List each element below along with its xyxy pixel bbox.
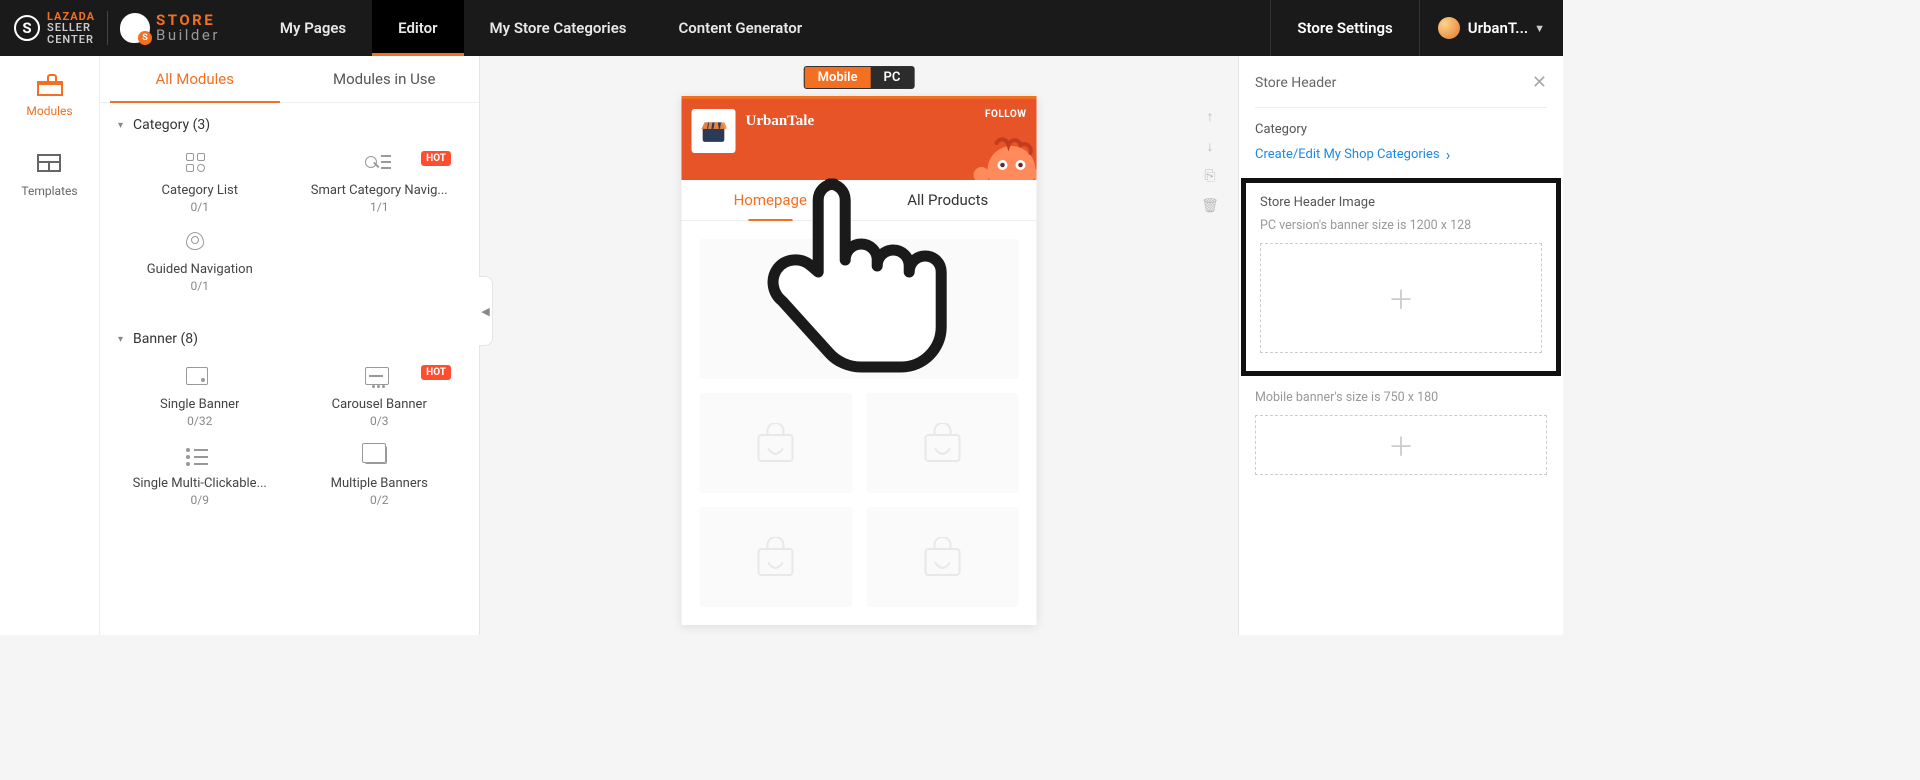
device-toggle: Mobile PC bbox=[804, 66, 915, 89]
bag-placeholder-icon bbox=[919, 537, 965, 577]
placeholder-block bbox=[866, 393, 1019, 493]
module-smart-category-nav[interactable]: HOT Smart Category Navig... 1/1 bbox=[290, 147, 470, 226]
phone-content bbox=[682, 221, 1037, 625]
section-category-header[interactable]: ▾Category (3) bbox=[100, 103, 479, 143]
brand-divider bbox=[107, 11, 108, 45]
multiple-banners-icon bbox=[365, 446, 393, 470]
mobile-size-hint: Mobile banner's size is 750 x 180 bbox=[1255, 390, 1547, 405]
user-name: UrbanT... bbox=[1468, 19, 1528, 37]
hot-badge: HOT bbox=[421, 151, 451, 166]
category-section: Category Create/Edit My Shop Categories bbox=[1255, 108, 1547, 178]
section-banner-header[interactable]: ▾Banner (8) bbox=[100, 317, 479, 357]
store-header-image-section: Store Header Image PC version's banner s… bbox=[1241, 178, 1561, 376]
bag-placeholder-icon bbox=[753, 537, 799, 577]
panel-scroll[interactable]: ▾Category (3) Category List 0/1 HOT Smar… bbox=[100, 103, 479, 635]
tab-all-modules[interactable]: All Modules bbox=[100, 56, 290, 102]
store-builder-logo-icon: S bbox=[120, 13, 150, 43]
placeholder-block bbox=[866, 507, 1019, 607]
phone-preview: UrbanTale FOLLOW Homepage All Products bbox=[682, 96, 1037, 625]
single-banner-icon bbox=[186, 367, 214, 391]
section-category: ▾Category (3) Category List 0/1 HOT Smar… bbox=[100, 103, 479, 317]
nav-content-generator[interactable]: Content Generator bbox=[652, 0, 828, 56]
move-up-button[interactable]: ↑ bbox=[1198, 104, 1222, 128]
templates-icon bbox=[37, 154, 61, 172]
left-rail: Modules Templates bbox=[0, 56, 100, 635]
mobile-banner-section: Mobile banner's size is 750 x 180 ＋ bbox=[1255, 376, 1547, 489]
edit-categories-link[interactable]: Create/Edit My Shop Categories bbox=[1255, 145, 1547, 164]
nav-my-pages[interactable]: My Pages bbox=[254, 0, 372, 56]
store-settings-link[interactable]: Store Settings bbox=[1270, 0, 1418, 56]
user-menu[interactable]: UrbanT... ▼ bbox=[1419, 0, 1563, 56]
modules-icon bbox=[37, 74, 63, 96]
smart-nav-icon bbox=[365, 153, 393, 177]
nav-store-categories[interactable]: My Store Categories bbox=[464, 0, 653, 56]
pin-icon bbox=[186, 232, 214, 256]
placeholder-block bbox=[700, 239, 1019, 379]
store-tab-homepage[interactable]: Homepage bbox=[682, 180, 860, 220]
bag-placeholder-icon bbox=[919, 423, 965, 463]
bag-placeholder-icon bbox=[753, 423, 799, 463]
store-logo-icon bbox=[692, 109, 736, 153]
close-icon[interactable]: ✕ bbox=[1532, 72, 1547, 93]
module-carousel-banner[interactable]: HOT Carousel Banner 0/3 bbox=[290, 361, 470, 440]
rail-templates[interactable]: Templates bbox=[0, 136, 99, 216]
multi-click-icon bbox=[186, 446, 214, 470]
placeholder-block bbox=[700, 507, 853, 607]
header-right: Store Settings UrbanT... ▼ bbox=[1270, 0, 1563, 56]
canvas-area: Mobile PC ↑ ↓ ⎘ 🗑 UrbanTale FOLLOW bbox=[480, 56, 1238, 635]
rail-modules[interactable]: Modules bbox=[0, 56, 99, 136]
nav-editor[interactable]: Editor bbox=[372, 0, 463, 56]
carousel-icon bbox=[365, 367, 393, 391]
app-body: Modules Templates All Modules Modules in… bbox=[0, 56, 1563, 635]
properties-header: Store Header ✕ bbox=[1255, 72, 1547, 108]
pc-banner-upload[interactable]: ＋ bbox=[1260, 243, 1542, 353]
lazada-logo-icon: S bbox=[14, 15, 40, 41]
chevron-down-icon: ▾ bbox=[118, 120, 123, 131]
mascot-icon bbox=[967, 125, 1037, 180]
device-pc[interactable]: PC bbox=[870, 67, 913, 88]
pc-size-hint: PC version's banner size is 1200 x 128 bbox=[1260, 218, 1542, 233]
properties-panel: Store Header ✕ Category Create/Edit My S… bbox=[1238, 56, 1563, 635]
properties-title: Store Header bbox=[1255, 75, 1336, 91]
store-name: UrbanTale bbox=[746, 113, 815, 130]
move-down-button[interactable]: ↓ bbox=[1198, 134, 1222, 158]
module-single-banner[interactable]: Single Banner 0/32 bbox=[110, 361, 290, 440]
caret-down-icon: ▼ bbox=[1534, 22, 1545, 35]
top-nav: My Pages Editor My Store Categories Cont… bbox=[254, 0, 828, 56]
store-tab-all-products[interactable]: All Products bbox=[859, 180, 1037, 220]
mobile-banner-upload[interactable]: ＋ bbox=[1255, 415, 1547, 475]
modules-panel: All Modules Modules in Use ▾Category (3)… bbox=[100, 56, 480, 635]
category-label: Category bbox=[1255, 122, 1547, 137]
chevron-down-icon: ▾ bbox=[118, 334, 123, 345]
category-list-icon bbox=[186, 153, 214, 177]
device-mobile[interactable]: Mobile bbox=[805, 67, 871, 88]
bag-placeholder-icon bbox=[836, 289, 882, 329]
store-builder-text: STORE Builder bbox=[156, 13, 220, 43]
hot-badge: HOT bbox=[421, 365, 451, 380]
panel-tabs: All Modules Modules in Use bbox=[100, 56, 479, 103]
module-category-list[interactable]: Category List 0/1 bbox=[110, 147, 290, 226]
store-tabs: Homepage All Products bbox=[682, 180, 1037, 221]
tab-modules-in-use[interactable]: Modules in Use bbox=[290, 56, 480, 102]
canvas-side-tools: ↑ ↓ ⎘ 🗑 bbox=[1198, 104, 1222, 218]
avatar-icon bbox=[1438, 17, 1460, 39]
placeholder-block bbox=[700, 393, 853, 493]
store-builder-brand: S STORE Builder bbox=[120, 13, 220, 43]
copy-button[interactable]: ⎘ bbox=[1198, 164, 1222, 188]
module-guided-navigation[interactable]: Guided Navigation 0/1 bbox=[110, 226, 290, 305]
lazada-brand: S LAZADA SELLER CENTER bbox=[14, 11, 95, 46]
top-header: S LAZADA SELLER CENTER S STORE Builder M… bbox=[0, 0, 1563, 56]
module-multiple-banners[interactable]: Multiple Banners 0/2 bbox=[290, 440, 470, 519]
follow-button[interactable]: FOLLOW bbox=[985, 109, 1027, 120]
brand-block: S LAZADA SELLER CENTER S STORE Builder bbox=[0, 0, 234, 56]
delete-button[interactable]: 🗑 bbox=[1198, 194, 1222, 218]
header-image-label: Store Header Image bbox=[1260, 195, 1542, 210]
section-banner: ▾Banner (8) Single Banner 0/32 HOT Carou… bbox=[100, 317, 479, 531]
module-single-multi-clickable[interactable]: Single Multi-Clickable... 0/9 bbox=[110, 440, 290, 519]
lazada-brand-text: LAZADA SELLER CENTER bbox=[47, 11, 95, 46]
store-header-preview[interactable]: UrbanTale FOLLOW bbox=[682, 96, 1037, 180]
